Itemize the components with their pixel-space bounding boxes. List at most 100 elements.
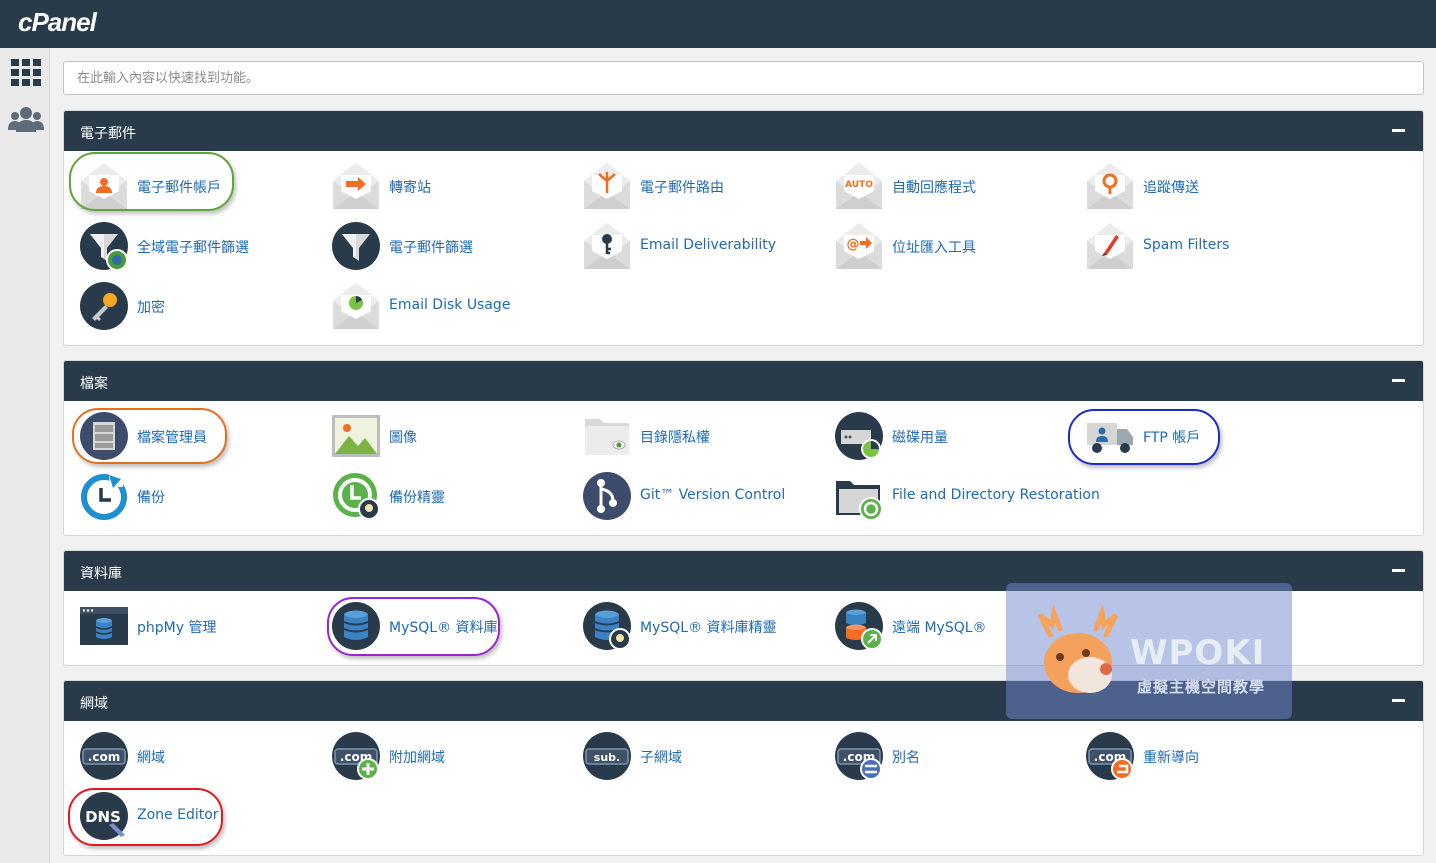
file-manager-icon	[79, 411, 129, 461]
item-label: 備份	[137, 490, 165, 506]
svg-text:.com: .com	[88, 750, 120, 764]
item-mysql-databases[interactable]: MySQL® 資料庫	[331, 601, 581, 651]
item-email-accounts[interactable]: 電子郵件帳戶	[79, 161, 329, 211]
section-title: 網域	[80, 696, 108, 712]
item-label: 別名	[892, 750, 920, 766]
item-subdomains[interactable]: sub. 子網域	[582, 731, 832, 781]
collapse-icon[interactable]	[1392, 569, 1405, 572]
item-autoresponders[interactable]: AUTO 自動回應程式	[834, 161, 1084, 211]
backup-icon	[79, 471, 129, 521]
item-label: 電子郵件帳戶	[137, 180, 221, 196]
encryption-icon	[79, 281, 129, 331]
section-title: 檔案	[80, 376, 108, 392]
item-label: MySQL® 資料庫精靈	[640, 620, 777, 636]
item-file-manager[interactable]: 檔案管理員	[79, 411, 329, 461]
section-header-email[interactable]: 電子郵件	[64, 111, 1423, 151]
email-disk-usage-icon	[331, 281, 381, 331]
section-header-files[interactable]: 檔案	[64, 361, 1423, 401]
grid-icon[interactable]	[8, 56, 44, 90]
email-accounts-icon	[79, 161, 129, 211]
track-delivery-icon	[1085, 161, 1135, 211]
item-address-importer[interactable]: @ 位址匯入工具	[834, 221, 1084, 271]
git-icon	[582, 471, 632, 521]
spam-filters-icon	[1085, 221, 1135, 271]
item-backup-wizard[interactable]: 備份精靈	[331, 471, 581, 521]
item-ftp-accounts[interactable]: FTP 帳戶	[1085, 411, 1335, 461]
item-label: MySQL® 資料庫	[389, 620, 498, 636]
item-label: 附加網域	[389, 750, 445, 766]
item-forwarders[interactable]: 轉寄站	[331, 161, 581, 211]
addon-domains-icon: .com	[331, 731, 381, 781]
item-label: 檔案管理員	[137, 430, 207, 446]
mysql-databases-icon	[331, 601, 381, 651]
item-spam-filters[interactable]: Spam Filters	[1085, 221, 1335, 271]
item-label: 重新導向	[1143, 750, 1199, 766]
section-title: 資料庫	[80, 566, 122, 582]
item-disk-usage[interactable]: 磁碟用量	[834, 411, 1084, 461]
item-encryption[interactable]: 加密	[79, 281, 329, 331]
svg-text:@: @	[847, 237, 860, 252]
sidebar	[0, 48, 50, 863]
item-label: 加密	[137, 300, 165, 316]
remote-mysql-icon	[834, 601, 884, 651]
item-global-email-filters[interactable]: 全域電子郵件篩選	[79, 221, 329, 271]
redirects-icon: .com	[1085, 731, 1135, 781]
file-restoration-icon	[834, 471, 884, 521]
item-label: 自動回應程式	[892, 180, 976, 196]
item-mysql-wizard[interactable]: MySQL® 資料庫精靈	[582, 601, 832, 651]
email-filters-icon	[331, 221, 381, 271]
directory-privacy-icon	[582, 411, 632, 461]
item-images[interactable]: 圖像	[331, 411, 581, 461]
email-routing-icon	[582, 161, 632, 211]
zone-editor-icon: DNS	[79, 791, 129, 841]
item-label: 轉寄站	[389, 180, 431, 196]
item-email-routing[interactable]: 電子郵件路由	[582, 161, 832, 211]
item-email-filters[interactable]: 電子郵件篩選	[331, 221, 581, 271]
item-label: File and Directory Restoration	[892, 487, 1100, 503]
item-email-disk-usage[interactable]: Email Disk Usage	[331, 281, 581, 331]
users-icon[interactable]	[8, 104, 44, 138]
item-phpmyadmin[interactable]: phpMy 管理	[79, 601, 329, 651]
collapse-icon[interactable]	[1392, 699, 1405, 702]
item-label: Spam Filters	[1143, 237, 1230, 253]
item-file-restoration[interactable]: File and Directory Restoration	[834, 471, 1100, 521]
collapse-icon[interactable]	[1392, 379, 1405, 382]
item-label: 備份精靈	[389, 490, 445, 506]
backup-wizard-icon	[331, 471, 381, 521]
item-label: 目錄隱私權	[640, 430, 710, 446]
search-input[interactable]	[63, 61, 1424, 95]
item-label: 子網域	[640, 750, 682, 766]
item-zone-editor[interactable]: DNS Zone Editor	[79, 791, 329, 841]
item-aliases[interactable]: .com 別名	[834, 731, 1084, 781]
item-backup[interactable]: 備份	[79, 471, 329, 521]
item-redirects[interactable]: .com 重新導向	[1085, 731, 1335, 781]
item-label: FTP 帳戶	[1143, 430, 1201, 446]
item-label: 位址匯入工具	[892, 240, 976, 256]
item-label: Git™ Version Control	[640, 487, 786, 503]
cpanel-logo[interactable]: cPanel	[18, 7, 97, 38]
item-label: 圖像	[389, 430, 417, 446]
email-deliverability-icon	[582, 221, 632, 271]
item-track-delivery[interactable]: 追蹤傳送	[1085, 161, 1335, 211]
item-directory-privacy[interactable]: 目錄隱私權	[582, 411, 832, 461]
item-label: 追蹤傳送	[1143, 180, 1199, 196]
item-addon-domains[interactable]: .com 附加網域	[331, 731, 581, 781]
item-email-deliverability[interactable]: Email Deliverability	[582, 221, 832, 271]
item-label: 全域電子郵件篩選	[137, 240, 249, 256]
section-files: 檔案 檔案管理員 圖像 目錄隱私權 磁碟用量 FTP 帳戶 備份 備份精靈 Gi…	[63, 360, 1424, 536]
svg-text:AUTO: AUTO	[845, 180, 873, 190]
item-domains[interactable]: .com 網域	[79, 731, 329, 781]
watermark-subtitle: 虛擬主機空間教學	[1137, 678, 1266, 696]
mysql-wizard-icon	[582, 601, 632, 651]
svg-text:DNS: DNS	[85, 808, 121, 826]
item-label: 磁碟用量	[892, 430, 948, 446]
global-email-filters-icon	[79, 221, 129, 271]
collapse-icon[interactable]	[1392, 129, 1405, 132]
item-label: phpMy 管理	[137, 620, 217, 636]
images-icon	[331, 411, 381, 461]
item-label: 網域	[137, 750, 165, 766]
domains-icon: .com	[79, 731, 129, 781]
subdomains-icon: sub.	[582, 731, 632, 781]
watermark-title: WPOKI	[1130, 633, 1266, 673]
item-git-version-control[interactable]: Git™ Version Control	[582, 471, 832, 521]
